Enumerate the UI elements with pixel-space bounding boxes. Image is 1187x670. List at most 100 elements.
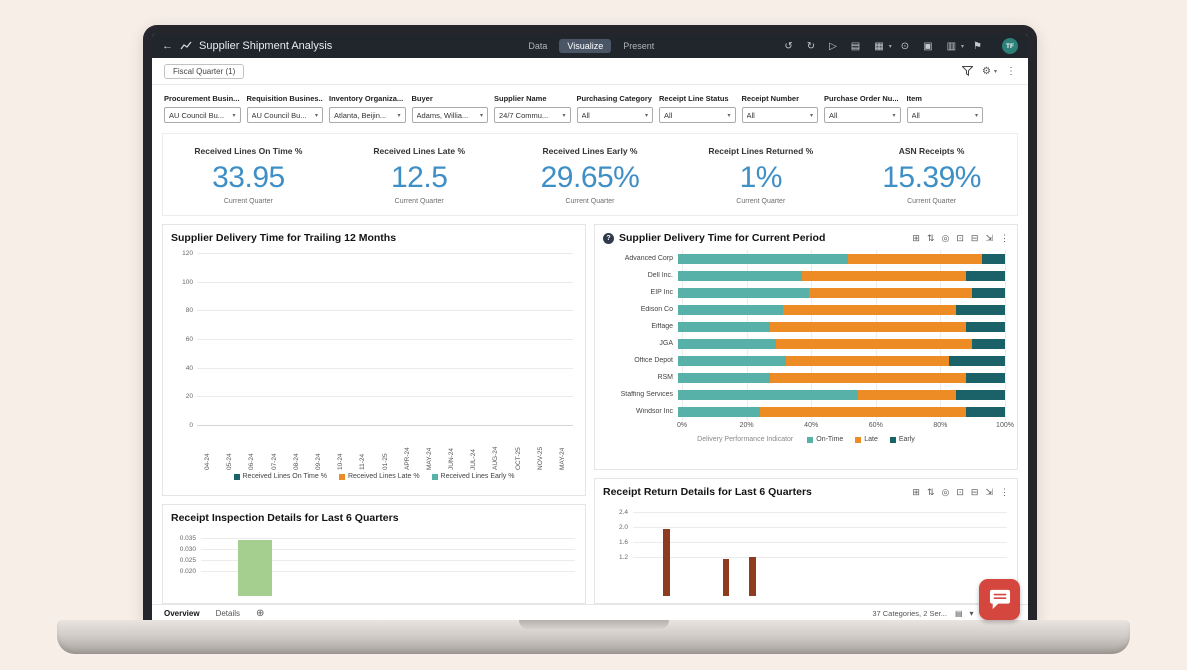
bar-segment[interactable] (678, 339, 776, 349)
legend-entry[interactable]: Early (890, 436, 915, 443)
stacked-bar[interactable] (678, 288, 1005, 298)
bar-segment[interactable] (956, 390, 1005, 400)
bar-segment[interactable] (966, 407, 1005, 417)
bar-segment[interactable] (972, 339, 1005, 349)
bar-segment[interactable] (858, 390, 956, 400)
stacked-bar[interactable] (678, 322, 1005, 332)
back-icon[interactable]: ← (162, 40, 173, 52)
grid-icon[interactable]: ⊞ (912, 487, 920, 498)
bar-segment[interactable] (966, 322, 1005, 332)
bar[interactable] (238, 540, 272, 596)
bar-segment[interactable] (760, 407, 966, 417)
bookmark-icon[interactable]: ⚑ (968, 41, 987, 52)
fiscal-quarter-filter-pill[interactable]: Fiscal Quarter (1) (164, 64, 244, 79)
tab-data[interactable]: Data (520, 39, 555, 53)
bar-segment[interactable] (972, 288, 1005, 298)
stacked-bar[interactable] (678, 407, 1005, 417)
pin-icon[interactable]: ⊙ (896, 41, 914, 52)
filter-select[interactable]: 24/7 Commu...▾ (494, 107, 571, 123)
bar-segment[interactable] (770, 322, 966, 332)
save-icon-caret[interactable]: ▾ (961, 43, 964, 50)
bar-segment[interactable] (956, 305, 1005, 315)
stacked-bar[interactable] (678, 339, 1005, 349)
calendar-icon[interactable]: ⊟ (971, 233, 979, 244)
bar[interactable] (749, 557, 756, 596)
gear-icon[interactable]: ⚙ (982, 66, 991, 77)
bar-segment[interactable] (848, 254, 982, 264)
filter-select[interactable]: AU Council Bu...▾ (164, 107, 241, 123)
bar-segment[interactable] (678, 288, 809, 298)
layout-icon[interactable]: ▦ (869, 41, 888, 52)
tab-visualize[interactable]: Visualize (559, 39, 611, 53)
bar-segment[interactable] (678, 305, 783, 315)
thumbnail-icon[interactable]: ▤ (955, 609, 963, 618)
expand-icon[interactable]: ⇲ (985, 487, 993, 498)
avatar[interactable]: TF (1002, 38, 1018, 54)
legend-entry[interactable]: Received Lines Late % (339, 473, 420, 480)
target-icon[interactable]: ◎ (942, 233, 950, 244)
bar-segment[interactable] (678, 373, 770, 383)
layout-icon-caret[interactable]: ▾ (889, 43, 892, 50)
canvas-tab-overview[interactable]: Overview (164, 609, 200, 618)
bar-segment[interactable] (776, 339, 972, 349)
bar-segment[interactable] (982, 254, 1005, 264)
bar-segment[interactable] (783, 305, 956, 315)
feedback-chat-button[interactable] (979, 579, 1020, 620)
filter-select[interactable]: Adams, Willia...▾ (412, 107, 489, 123)
export-icon[interactable]: ▤ (846, 41, 865, 52)
bar[interactable] (663, 529, 670, 596)
filter-select[interactable]: Atlanta, Beijin...▾ (329, 107, 406, 123)
chevron-down-icon[interactable]: ▾ (970, 609, 974, 618)
stacked-bar[interactable] (678, 305, 1005, 315)
bar-segment[interactable] (678, 390, 858, 400)
bar[interactable] (723, 559, 730, 596)
stacked-bar[interactable] (678, 356, 1005, 366)
stacked-bar[interactable] (678, 390, 1005, 400)
sort-icon[interactable]: ⇅ (927, 487, 935, 498)
sort-icon[interactable]: ⇅ (927, 233, 935, 244)
bar-segment[interactable] (966, 373, 1005, 383)
annotate-icon[interactable]: ⊡ (956, 487, 964, 498)
bar-segment[interactable] (966, 271, 1005, 281)
calendar-icon[interactable]: ⊟ (971, 487, 979, 498)
bar-segment[interactable] (786, 356, 950, 366)
annotate-icon[interactable]: ⊡ (956, 233, 964, 244)
add-canvas-button[interactable]: ⊕ (256, 608, 264, 619)
preview-icon[interactable]: ▷ (824, 41, 842, 52)
filter-funnel-icon[interactable] (962, 66, 973, 76)
legend-entry[interactable]: Received Lines On Time % (234, 473, 327, 480)
filter-select[interactable]: All▾ (824, 107, 901, 123)
expand-icon[interactable]: ⇲ (985, 233, 993, 244)
bar-segment[interactable] (678, 271, 802, 281)
bar-segment[interactable] (678, 407, 760, 417)
legend-entry[interactable]: On-Time (807, 436, 843, 443)
legend-entry[interactable]: Received Lines Early % (432, 473, 515, 480)
bar-segment[interactable] (770, 373, 966, 383)
stacked-bar[interactable] (678, 271, 1005, 281)
bar-segment[interactable] (678, 254, 848, 264)
bar-segment[interactable] (809, 288, 973, 298)
stacked-bar[interactable] (678, 254, 1005, 264)
filter-select[interactable]: All▾ (742, 107, 819, 123)
bar-segment[interactable] (678, 356, 786, 366)
canvas-tab-details[interactable]: Details (216, 609, 240, 618)
filter-select[interactable]: All▾ (577, 107, 654, 123)
kebab-menu-icon[interactable]: ⋮ (1000, 487, 1009, 498)
redo-icon[interactable]: ↻ (802, 41, 820, 52)
filter-select[interactable]: AU Council Bu...▾ (247, 107, 324, 123)
gear-caret-icon[interactable]: ▾ (994, 68, 997, 75)
kebab-menu-icon[interactable]: ⋮ (1000, 233, 1009, 244)
bar-segment[interactable] (678, 322, 770, 332)
filter-select[interactable]: All▾ (907, 107, 984, 123)
insight-badge-icon[interactable]: ? (603, 233, 614, 244)
filter-select[interactable]: All▾ (659, 107, 736, 123)
stacked-bar[interactable] (678, 373, 1005, 383)
legend-entry[interactable]: Late (855, 436, 878, 443)
tab-present[interactable]: Present (615, 39, 662, 53)
grid-icon[interactable]: ⊞ (912, 233, 920, 244)
bar-segment[interactable] (949, 356, 1005, 366)
kebab-menu-icon[interactable]: ⋮ (1006, 66, 1016, 77)
save-icon[interactable]: ▥ (942, 41, 961, 52)
data-panel-icon[interactable]: ▣ (918, 41, 937, 52)
bar-segment[interactable] (802, 271, 966, 281)
